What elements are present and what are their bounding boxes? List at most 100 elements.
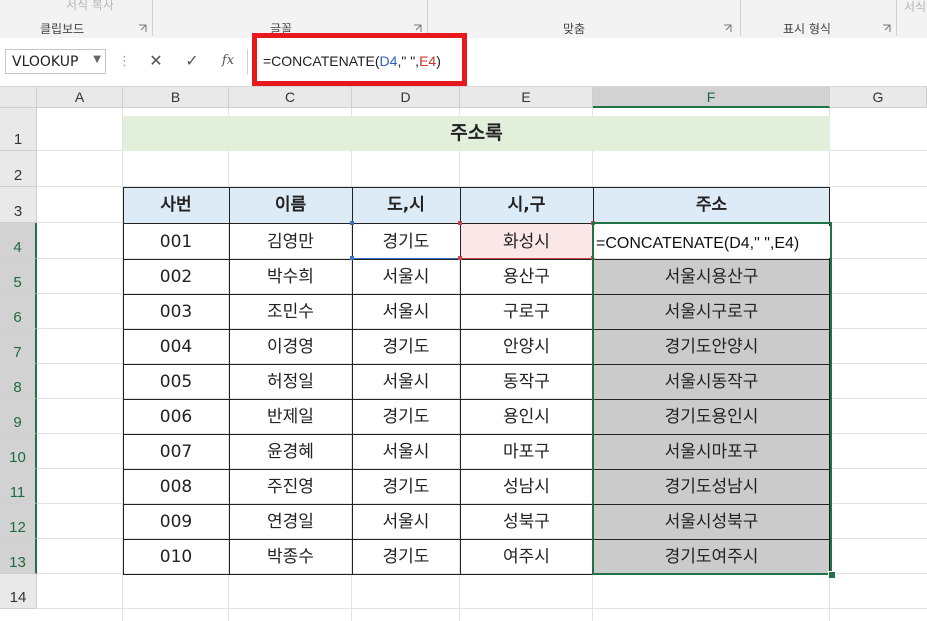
table-cell-si[interactable]: 마포구 [460, 434, 593, 469]
table-cell-si[interactable]: 용인시 [460, 399, 593, 434]
table-cell-id[interactable]: 008 [123, 469, 229, 504]
table-cell-name[interactable]: 박종수 [229, 539, 352, 574]
row-header-12[interactable]: 12 [0, 504, 37, 539]
table-cell-id[interactable]: 010 [123, 539, 229, 574]
table-cell-name[interactable]: 김영만 [229, 223, 352, 259]
row-number: 8 [13, 379, 22, 396]
row-number: 6 [13, 309, 22, 326]
table-cell-id[interactable]: 003 [123, 294, 229, 329]
table-header-cell[interactable]: 이름 [229, 187, 352, 223]
row-header-5[interactable]: 5 [0, 259, 37, 294]
table-cell-name[interactable]: 연경일 [229, 504, 352, 539]
alignment-group-label: 맞춤 [563, 22, 586, 36]
row-number: 13 [9, 554, 26, 571]
format-painter-label[interactable]: 서식 복사 [66, 0, 114, 13]
row-header-6[interactable]: 6 [0, 294, 37, 329]
table-cell-do[interactable]: 경기도 [352, 469, 460, 504]
table-cell-id[interactable]: 001 [123, 223, 229, 259]
table-cell-si[interactable]: 성북구 [460, 504, 593, 539]
table-cell-id[interactable]: 002 [123, 259, 229, 294]
column-header-b[interactable]: B [123, 87, 229, 108]
table-header-cell[interactable]: 사번 [123, 187, 229, 223]
clipboard-launcher-icon[interactable] [138, 24, 147, 33]
table-cell-do[interactable]: 서울시 [352, 504, 460, 539]
row-number: 12 [9, 519, 26, 536]
row-header-11[interactable]: 11 [0, 469, 37, 504]
table-header-cell[interactable]: 주소 [593, 187, 830, 223]
column-header-a[interactable]: A [37, 87, 123, 108]
table-cell-si[interactable]: 동작구 [460, 364, 593, 399]
fill-handle[interactable] [828, 571, 836, 579]
table-cell-do[interactable]: 서울시 [352, 364, 460, 399]
column-header-e[interactable]: E [460, 87, 593, 108]
reference-handle-e4[interactable] [458, 221, 462, 225]
row-header-13[interactable]: 13 [0, 539, 37, 574]
table-cell-si[interactable]: 화성시 [460, 223, 593, 259]
column-header-f[interactable]: F [593, 87, 830, 108]
alignment-launcher-icon[interactable] [723, 24, 732, 33]
table-border [123, 187, 124, 575]
table-border [460, 187, 461, 575]
row-header-2[interactable]: 2 [0, 151, 37, 187]
reference-handle-e4[interactable] [458, 256, 462, 260]
table-cell-name[interactable]: 박수희 [229, 259, 352, 294]
table-cell-name[interactable]: 조민수 [229, 294, 352, 329]
number-launcher-icon[interactable] [882, 24, 891, 33]
chevron-down-icon[interactable]: ▼ [93, 54, 101, 65]
table-cell-id[interactable]: 009 [123, 504, 229, 539]
table-cell-si[interactable]: 구로구 [460, 294, 593, 329]
table-border [352, 187, 353, 575]
enter-icon[interactable]: ✓ [180, 50, 204, 72]
table-cell-name[interactable]: 반제일 [229, 399, 352, 434]
sheet-title[interactable]: 주소록 [123, 116, 830, 151]
table-cell-si[interactable]: 용산구 [460, 259, 593, 294]
row-header-9[interactable]: 9 [0, 399, 37, 434]
styles-label-faded[interactable]: 서식 [904, 0, 926, 15]
table-cell-si[interactable]: 여주시 [460, 539, 593, 574]
row-header-14[interactable]: 14 [0, 574, 37, 609]
more-options-icon[interactable]: ⋮ [118, 54, 131, 69]
table-cell-name[interactable]: 윤경혜 [229, 434, 352, 469]
table-cell-name[interactable]: 허정일 [229, 364, 352, 399]
insert-function-icon[interactable]: fx [216, 50, 240, 72]
row-header-3[interactable]: 3 [0, 187, 37, 223]
select-all-corner[interactable] [0, 87, 37, 108]
table-cell-id[interactable]: 004 [123, 329, 229, 364]
table-cell-do[interactable]: 경기도 [352, 399, 460, 434]
ribbon-separator [427, 0, 428, 36]
column-header-d[interactable]: D [352, 87, 460, 108]
table-cell-do[interactable]: 서울시 [352, 434, 460, 469]
row-number: 10 [9, 449, 26, 466]
table-header-cell[interactable]: 시,구 [460, 187, 593, 223]
table-cell-do[interactable]: 경기도 [352, 223, 460, 259]
row-header-10[interactable]: 10 [0, 434, 37, 469]
column-header-c[interactable]: C [229, 87, 352, 108]
font-launcher-icon[interactable] [413, 24, 422, 33]
row-number: 2 [13, 167, 23, 184]
name-box-value: VLOOKUP [12, 54, 79, 70]
table-cell-do[interactable]: 경기도 [352, 329, 460, 364]
table-cell-si[interactable]: 성남시 [460, 469, 593, 504]
table-cell-do[interactable]: 서울시 [352, 259, 460, 294]
table-cell-id[interactable]: 005 [123, 364, 229, 399]
row-number: 3 [13, 203, 23, 220]
row-header-1[interactable]: 1 [0, 108, 37, 151]
ribbon-separator [152, 0, 153, 36]
row-header-4[interactable]: 4 [0, 223, 37, 259]
table-cell-name[interactable]: 주진영 [229, 469, 352, 504]
table-cell-do[interactable]: 서울시 [352, 294, 460, 329]
table-cell-name[interactable]: 이경영 [229, 329, 352, 364]
name-box[interactable]: VLOOKUP ▼ [5, 49, 106, 74]
table-cell-id[interactable]: 007 [123, 434, 229, 469]
table-cell-id[interactable]: 006 [123, 399, 229, 434]
row-header-8[interactable]: 8 [0, 364, 37, 399]
table-cell-do[interactable]: 경기도 [352, 539, 460, 574]
reference-handle-d4[interactable] [350, 221, 354, 225]
column-header-g[interactable]: G [830, 87, 927, 108]
reference-handle-d4[interactable] [350, 256, 354, 260]
number-format-group-label: 표시 형식 [783, 22, 831, 36]
table-cell-si[interactable]: 안양시 [460, 329, 593, 364]
row-header-7[interactable]: 7 [0, 329, 37, 364]
table-header-cell[interactable]: 도,시 [352, 187, 460, 223]
cancel-icon[interactable]: ✕ [144, 50, 168, 72]
